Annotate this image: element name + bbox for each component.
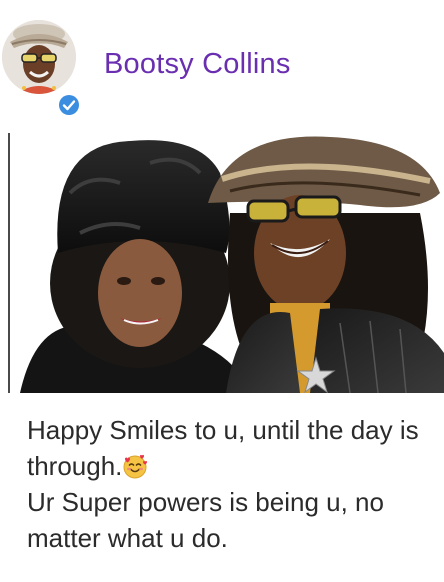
photo-border	[8, 133, 10, 393]
avatar[interactable]	[2, 20, 76, 94]
caption-line2: Ur Super powers is being u, no matter wh…	[27, 487, 384, 553]
post-header: Bootsy Collins	[0, 0, 444, 120]
post-photo[interactable]	[0, 133, 444, 393]
post-photo-image	[0, 133, 444, 393]
smiling-face-with-hearts-icon	[122, 452, 148, 479]
author-name[interactable]: Bootsy Collins	[104, 48, 291, 81]
post-caption: Happy Smiles to u, until the day is thro…	[27, 412, 437, 556]
avatar-portrait	[2, 20, 76, 94]
checkmark-icon	[59, 95, 79, 115]
verified-badge	[56, 92, 82, 118]
caption-line1: Happy Smiles to u, until the day is thro…	[27, 415, 419, 481]
avatar-container[interactable]	[2, 20, 82, 118]
caption-text-line1: Happy Smiles to u, until the day is thro…	[27, 412, 437, 484]
